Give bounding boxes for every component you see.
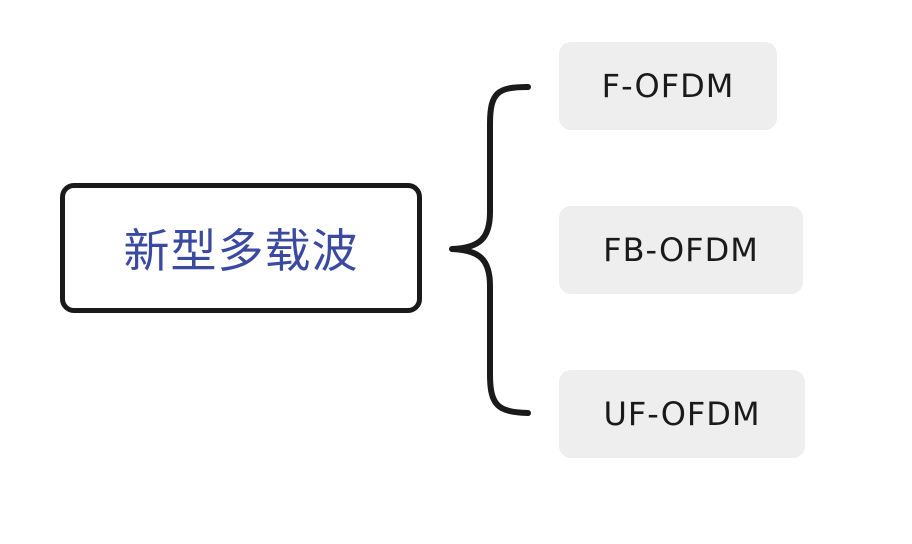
root-node[interactable]: 新型多载波 [60,183,422,313]
child-node-label: UF-OFDM [603,395,761,433]
child-node-label: F-OFDM [601,67,735,105]
brace-path [449,84,531,416]
child-node-fb-ofdm[interactable]: FB-OFDM [559,206,803,294]
child-node-label: FB-OFDM [603,231,759,269]
child-node-uf-ofdm[interactable]: UF-OFDM [559,370,805,458]
brace-connector [449,84,531,416]
child-node-f-ofdm[interactable]: F-OFDM [559,42,777,130]
root-node-label: 新型多载波 [123,224,359,278]
